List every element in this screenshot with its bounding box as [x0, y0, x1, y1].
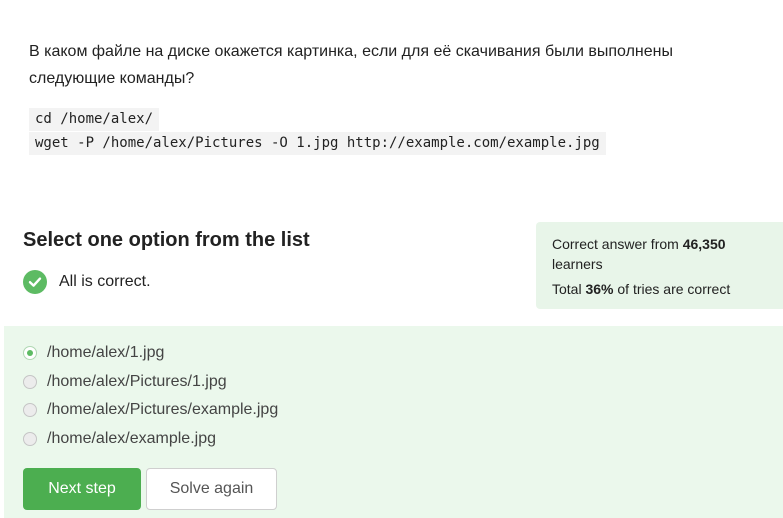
- option-label: /home/alex/Pictures/1.jpg: [47, 373, 227, 390]
- option-label: /home/alex/example.jpg: [47, 430, 216, 447]
- learners-stat: Correct answer from 46,350 learners: [552, 236, 726, 272]
- code-block: cd /home/alex/ wget -P /home/alex/Pictur…: [29, 108, 606, 156]
- learners-count: 46,350: [682, 236, 726, 252]
- next-step-button[interactable]: Next step: [23, 468, 141, 510]
- solve-again-button[interactable]: Solve again: [146, 468, 277, 510]
- question-text: В каком файле на диске окажется картинка…: [29, 43, 673, 87]
- option-3[interactable]: /home/alex/example.jpg: [23, 430, 216, 448]
- check-circle-icon: [23, 270, 47, 294]
- radio-unselected[interactable]: [23, 375, 37, 389]
- status-text: All is correct.: [59, 273, 151, 290]
- step-page: В каком файле на диске окажется картинка…: [0, 0, 783, 518]
- stats-box: Correct answer from 46,350 learners Tota…: [536, 222, 783, 309]
- code-line-wget: wget -P /home/alex/Pictures -O 1.jpg htt…: [29, 132, 606, 155]
- correct-status: All is correct.: [23, 270, 151, 294]
- percent-value: 36%: [585, 281, 614, 297]
- option-2[interactable]: /home/alex/Pictures/example.jpg: [23, 401, 278, 419]
- radio-selected[interactable]: [23, 346, 37, 360]
- option-0[interactable]: /home/alex/1.jpg: [23, 344, 164, 362]
- option-1[interactable]: /home/alex/Pictures/1.jpg: [23, 373, 227, 391]
- code-line-cd: cd /home/alex/: [29, 108, 160, 131]
- options-panel: /home/alex/1.jpg /home/alex/Pictures/1.j…: [4, 326, 783, 518]
- radio-unselected[interactable]: [23, 432, 37, 446]
- option-label: /home/alex/Pictures/example.jpg: [47, 401, 279, 418]
- option-label: /home/alex/1.jpg: [47, 344, 165, 361]
- quiz-title: Select one option from the list: [23, 229, 310, 251]
- percent-stat: Total 36% of tries are correct: [552, 281, 731, 297]
- radio-unselected[interactable]: [23, 403, 37, 417]
